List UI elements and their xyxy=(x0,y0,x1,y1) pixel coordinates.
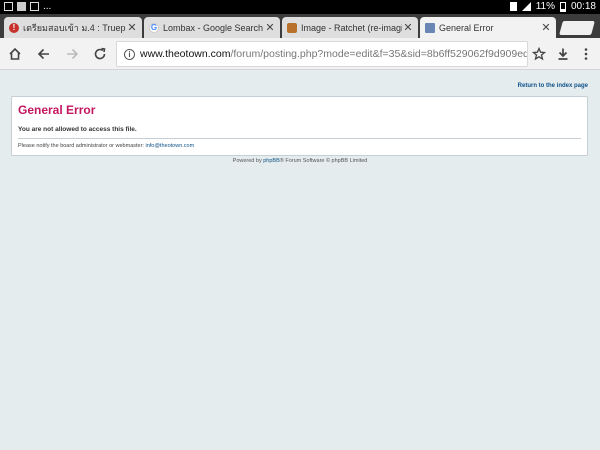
page-footer: Powered by phpBB® Forum Software © phpBB… xyxy=(0,158,600,164)
error-panel: General Error You are not allowed to acc… xyxy=(11,96,588,156)
notification-icon xyxy=(4,2,13,11)
tab-google-search[interactable]: G Lombax - Google Search ✕ xyxy=(144,17,280,38)
clock: 00:18 xyxy=(570,1,596,12)
footer-suffix: ® Forum Software © phpBB Limited xyxy=(279,158,368,164)
phpbb-icon xyxy=(425,22,435,33)
close-icon[interactable]: ✕ xyxy=(540,21,552,34)
star-icon xyxy=(532,47,546,61)
more-vert-icon xyxy=(584,48,588,60)
url-path: /forum/posting.php?mode=edit&f=35&sid=8b… xyxy=(230,48,527,60)
back-button[interactable] xyxy=(35,45,53,63)
red-circle-icon: ! xyxy=(9,22,19,33)
tab-image-ratchet[interactable]: Image - Ratchet (re-imagined) ✕ xyxy=(282,17,418,38)
url-host: www.theotown.com xyxy=(140,48,231,60)
sim-icon xyxy=(509,2,517,11)
notify-text: Please notify the board administrator or… xyxy=(18,143,146,149)
reload-button[interactable] xyxy=(91,45,109,63)
tab-general-error[interactable]: General Error ✕ xyxy=(420,17,556,38)
tab-title: เตรียมสอบเข้า ม.4 : Trueplookpanya xyxy=(23,22,126,33)
browser-toolbar: i www.theotown.com/forum/posting.php?mod… xyxy=(0,38,600,70)
menu-button[interactable] xyxy=(577,45,595,63)
status-bar-notifications: ... xyxy=(4,1,52,12)
tab-trueplookpanya[interactable]: ! เตรียมสอบเข้า ม.4 : Trueplookpanya ✕ xyxy=(4,17,142,38)
reload-icon xyxy=(94,47,106,60)
phpbb-link[interactable]: phpBB xyxy=(263,158,280,164)
tab-strip: ! เตรียมสอบเข้า ม.4 : Trueplookpanya ✕ G… xyxy=(0,14,600,38)
close-icon[interactable]: ✕ xyxy=(402,21,414,34)
tab-title: Lombax - Google Search xyxy=(163,22,264,33)
close-icon[interactable]: ✕ xyxy=(264,21,276,34)
footer-prefix: Powered by xyxy=(232,158,264,164)
signal-icon xyxy=(521,2,531,11)
battery-icon xyxy=(559,1,566,12)
new-tab-button[interactable] xyxy=(559,21,595,35)
image-icon xyxy=(287,22,297,33)
address-bar[interactable]: i www.theotown.com/forum/posting.php?mod… xyxy=(116,41,528,67)
forward-button[interactable] xyxy=(63,45,81,63)
close-icon[interactable]: ✕ xyxy=(126,21,138,34)
download-button[interactable] xyxy=(554,45,572,63)
arrow-right-icon xyxy=(67,48,79,60)
download-icon xyxy=(558,48,568,60)
download-notification-icon xyxy=(30,2,39,11)
admin-email-link[interactable]: info@theotown.com xyxy=(145,143,194,149)
status-bar: ... 11% 00:18 xyxy=(0,0,600,14)
url-text[interactable]: www.theotown.com/forum/posting.php?mode=… xyxy=(140,48,527,60)
home-button[interactable] xyxy=(6,45,24,63)
info-icon[interactable]: i xyxy=(124,48,135,60)
tab-title: Image - Ratchet (re-imagined) xyxy=(301,22,402,33)
bookmark-button[interactable] xyxy=(530,45,548,63)
google-icon: G xyxy=(149,22,159,33)
status-bar-system: 11% 00:18 xyxy=(509,1,596,12)
more-notifications-indicator: ... xyxy=(43,1,52,12)
battery-percent: 11% xyxy=(535,1,555,12)
tab-title: General Error xyxy=(439,22,494,33)
image-notification-icon xyxy=(17,2,26,11)
return-to-index-link[interactable]: Return to the index page xyxy=(518,83,588,89)
notify-admin-text: Please notify the board administrator or… xyxy=(18,143,581,149)
error-title: General Error xyxy=(18,103,96,117)
arrow-left-icon xyxy=(37,48,49,60)
error-message: You are not allowed to access this file. xyxy=(18,126,581,139)
home-icon xyxy=(9,47,21,60)
